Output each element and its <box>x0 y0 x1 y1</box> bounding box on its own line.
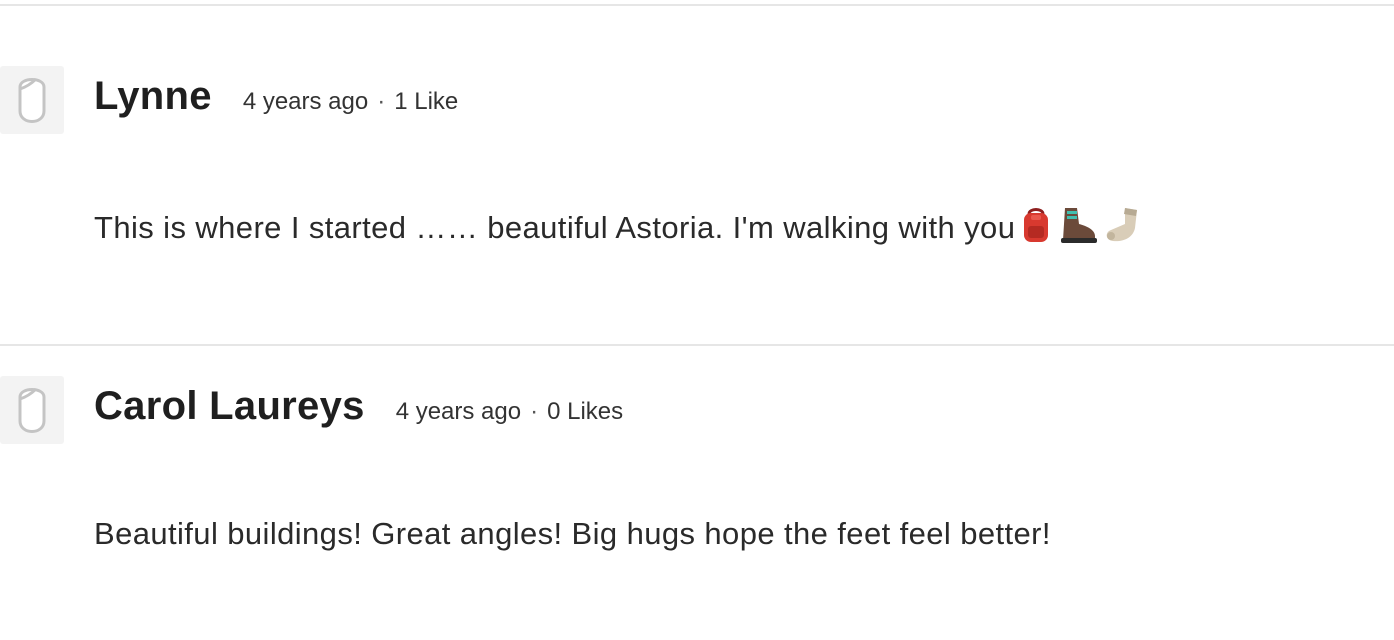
comment-likes[interactable]: 0 Likes <box>547 398 623 425</box>
comment-text: Beautiful buildings! Great angles! Big h… <box>94 516 1051 552</box>
default-avatar-icon[interactable] <box>0 66 64 134</box>
comment-text-content: Beautiful buildings! Great angles! Big h… <box>94 516 1051 551</box>
comment-author[interactable]: Carol Laureys <box>94 384 365 429</box>
comment-divider <box>0 344 1394 346</box>
comment-text: This is where I started …… beautiful Ast… <box>94 206 1143 252</box>
default-avatar-icon[interactable] <box>0 376 64 444</box>
sock-emoji <box>1103 206 1143 252</box>
comment-time: 4 years ago <box>242 88 369 115</box>
hiking-boot-emoji <box>1057 206 1099 252</box>
comment-item: Carol Laureys 4 years ago · 0 Likes Beauti… <box>0 376 1394 606</box>
comment-item: Lynne 4 years ago · 1 Like This is where I… <box>0 66 1394 296</box>
comment-text-content: This is where I started …… beautiful Ast… <box>94 210 1016 245</box>
comment-author[interactable]: Lynne <box>94 74 212 119</box>
backpack-emoji <box>1019 206 1053 252</box>
comment-meta: 4 years ago · 1 Like <box>243 88 458 116</box>
top-divider <box>0 4 1394 6</box>
comment-likes[interactable]: 1 Like <box>394 88 458 115</box>
comment-meta: 4 years ago · 0 Likes <box>396 398 623 426</box>
meta-separator: · <box>530 398 539 425</box>
comment-header: Carol Laureys 4 years ago · 0 Likes <box>94 384 623 429</box>
comment-time: 4 years ago <box>395 398 522 425</box>
comment-header: Lynne 4 years ago · 1 Like <box>94 74 458 119</box>
meta-separator: · <box>377 88 386 115</box>
